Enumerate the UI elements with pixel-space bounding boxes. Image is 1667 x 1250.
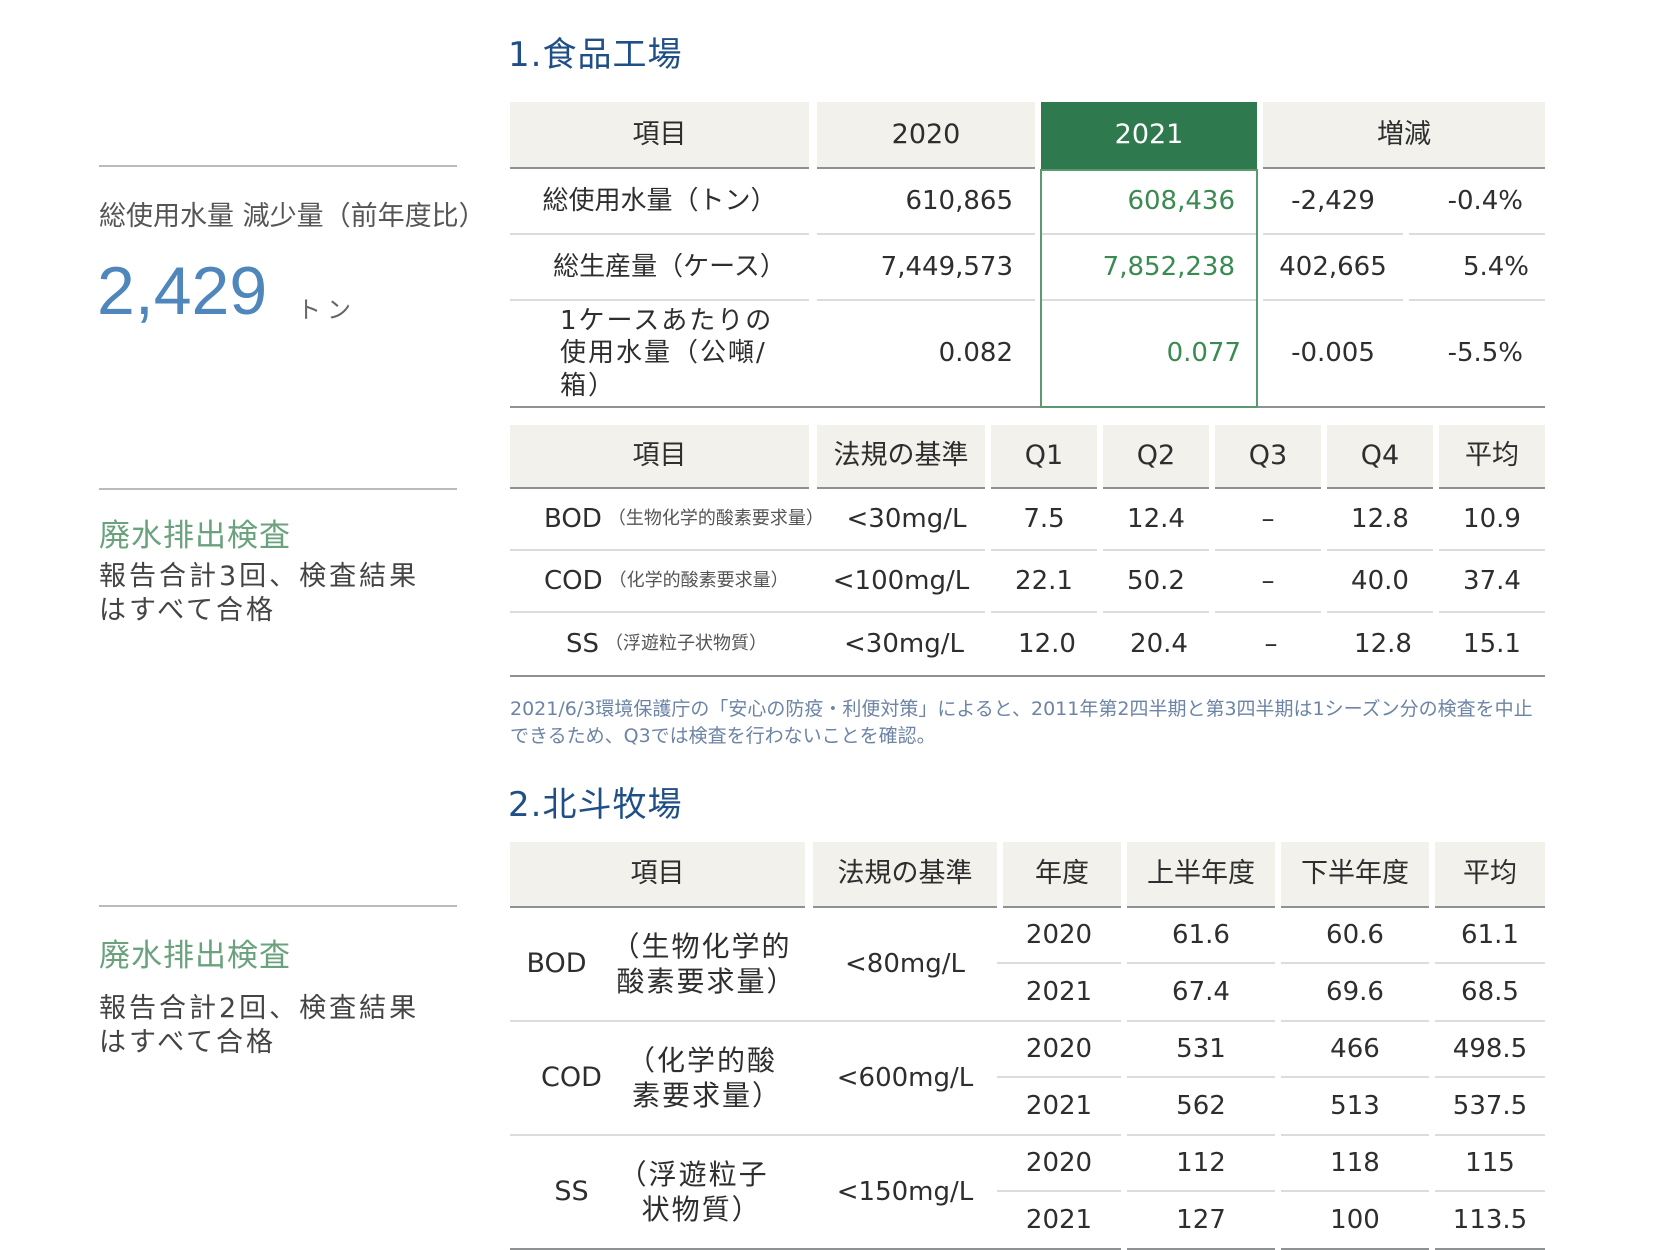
- table-cell: 2021: [997, 1078, 1121, 1136]
- table-cell: 15.1: [1439, 613, 1545, 677]
- table-cell: 22.1: [991, 551, 1097, 613]
- table-cell: –: [1215, 551, 1321, 613]
- table-header: 項目: [510, 425, 809, 489]
- table-cell-highlight: 0.077: [1035, 301, 1263, 408]
- table-cell: 40.0: [1327, 551, 1433, 613]
- table-cell: <600mg/L: [813, 1022, 997, 1136]
- table-cell: 466: [1281, 1022, 1429, 1078]
- table-cell: -2,429: [1263, 169, 1403, 235]
- table-cell: 537.5: [1435, 1078, 1545, 1136]
- table-cell: 12.0: [991, 613, 1103, 677]
- ranch-wastewater-inspection-desc: 報告合計2回、検査結果 はすべて合格: [99, 993, 420, 1058]
- table-cell: 12.8: [1327, 489, 1433, 551]
- row-label: 総使用水量（トン）: [510, 169, 809, 235]
- row-label: COD （化学的酸素要求量）: [510, 551, 817, 613]
- table-cell: 127: [1127, 1192, 1275, 1250]
- table-cell: 10.9: [1439, 489, 1545, 551]
- table-cell: 2020: [997, 908, 1121, 964]
- divider: [99, 165, 457, 167]
- inspection-footnote: 2021/6/3環境保護庁の「安心の防疫・利便対策」によると、2011年第2四半…: [510, 698, 1533, 747]
- table-cell: 50.2: [1103, 551, 1209, 613]
- section-title-food-factory: 1.食品工場: [508, 35, 683, 75]
- table-header: 平均: [1439, 425, 1545, 489]
- group-label-bod: BOD （生物化学的 酸素要求量）: [510, 908, 813, 1022]
- table-cell-highlight: 7,852,238: [1041, 235, 1257, 301]
- table-cell: 2020: [997, 1136, 1121, 1192]
- table-cell: 7.5: [991, 489, 1097, 551]
- water-reduction-unit: トン: [297, 296, 357, 324]
- table-header: 項目: [510, 842, 805, 908]
- table-cell: 531: [1127, 1022, 1275, 1078]
- table-header: 年度: [1003, 842, 1121, 908]
- table-header: Q2: [1103, 425, 1209, 489]
- water-reduction-value: 2,429: [97, 253, 268, 329]
- table-cell: 2020: [997, 1022, 1121, 1078]
- table-cell: <80mg/L: [813, 908, 997, 1022]
- row-label: 1ケースあたりの 使用水量（公噸/箱）: [510, 301, 809, 408]
- table-cell: -0.4%: [1409, 169, 1545, 235]
- table-header: 上半年度: [1127, 842, 1275, 908]
- table-header-current-year: 2021: [1041, 102, 1257, 169]
- table-cell: 5.4%: [1409, 235, 1545, 301]
- table-cell: 2021: [997, 1192, 1121, 1250]
- table-header: 法規の基準: [813, 842, 997, 908]
- row-label: BOD （生物化学的酸素要求量）: [510, 489, 828, 551]
- table-cell: –: [1215, 613, 1327, 677]
- wastewater-inspection-desc: 報告合計3回、検査結果 はすべて合格: [99, 561, 420, 626]
- table-cell: 7,449,573: [817, 235, 1035, 301]
- table-cell: 610,865: [817, 169, 1035, 235]
- table-cell: 61.6: [1127, 908, 1275, 964]
- table-header: 下半年度: [1281, 842, 1429, 908]
- table-cell: 115: [1435, 1136, 1545, 1192]
- table-cell: 113.5: [1435, 1192, 1545, 1250]
- table-cell: 118: [1281, 1136, 1429, 1192]
- row-label: SS （浮遊粒子状物質）: [510, 613, 817, 677]
- table-header: 増減: [1263, 102, 1545, 169]
- table-cell: <30mg/L: [817, 613, 991, 677]
- table-cell-highlight: 608,436: [1041, 169, 1257, 235]
- divider: [99, 905, 457, 907]
- ranch-wastewater-inspection-title: 廃水排出検査: [99, 938, 291, 974]
- table-cell: 61.1: [1435, 908, 1545, 964]
- total-water-reduction-label: 総使用水量 減少量（前年度比）: [99, 201, 486, 232]
- table-header: 法規の基準: [817, 425, 985, 489]
- row-label: 総生産量（ケース）: [510, 235, 809, 301]
- table-cell: 112: [1127, 1136, 1275, 1192]
- table-header: Q1: [991, 425, 1097, 489]
- table-cell: 0.082: [809, 301, 1035, 408]
- table-cell: 513: [1281, 1078, 1429, 1136]
- divider: [99, 488, 457, 490]
- table-cell: 12.4: [1103, 489, 1209, 551]
- table-cell: 20.4: [1103, 613, 1215, 677]
- table-cell: 67.4: [1127, 964, 1275, 1022]
- wastewater-inspection-title: 廃水排出検査: [99, 518, 291, 554]
- table-header: Q4: [1327, 425, 1433, 489]
- table-cell: <150mg/L: [813, 1136, 997, 1250]
- table-cell: 68.5: [1435, 964, 1545, 1022]
- section-title-hokuto-ranch: 2.北斗牧場: [508, 785, 683, 825]
- table-cell: -5.5%: [1403, 301, 1545, 408]
- table-header: 2020: [817, 102, 1035, 169]
- table-header: Q3: [1215, 425, 1321, 489]
- table-header: 項目: [510, 102, 809, 169]
- table-cell: 60.6: [1281, 908, 1429, 964]
- table-cell: -0.005: [1263, 301, 1403, 408]
- group-label-ss: SS （浮遊粒子 状物質）: [510, 1136, 813, 1250]
- table-cell: 100: [1281, 1192, 1429, 1250]
- group-label-cod: COD （化学的酸 素要求量）: [510, 1022, 813, 1136]
- table-cell: 12.8: [1327, 613, 1439, 677]
- table-header: 平均: [1435, 842, 1545, 908]
- table-cell: 37.4: [1439, 551, 1545, 613]
- table-cell: 2021: [997, 964, 1121, 1022]
- table-cell: 498.5: [1435, 1022, 1545, 1078]
- table-cell: 562: [1127, 1078, 1275, 1136]
- table-cell: <30mg/L: [828, 489, 985, 551]
- table-cell: 402,665: [1263, 235, 1403, 301]
- table-cell: <100mg/L: [817, 551, 985, 613]
- table-cell: –: [1215, 489, 1321, 551]
- table-cell: 69.6: [1281, 964, 1429, 1022]
